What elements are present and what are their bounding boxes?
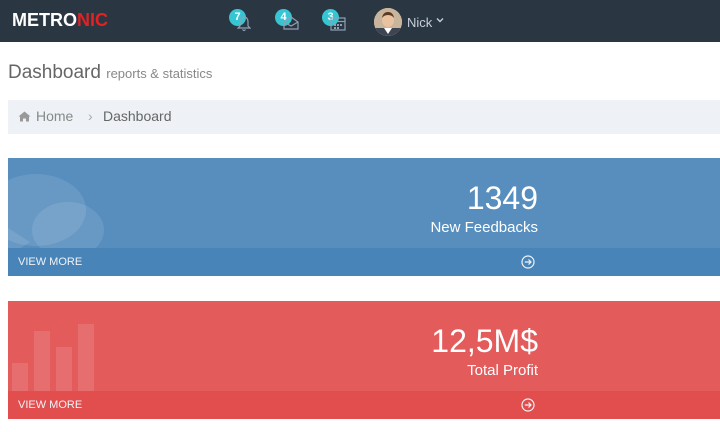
stat-number: 12,5M$ — [431, 323, 538, 359]
calendar-icon — [330, 17, 346, 31]
top-header: METRONIC 7 4 3 Nick — [0, 0, 720, 42]
tasks-button[interactable]: 3 — [322, 6, 352, 36]
breadcrumb-current: Dashboard — [103, 108, 172, 124]
dashboard-stat-feedbacks: 1349 New Feedbacks VIEW MORE — [8, 158, 720, 276]
logo[interactable]: METRONIC — [12, 10, 108, 31]
page-subtitle: reports & statistics — [106, 66, 213, 81]
avatar — [374, 8, 402, 36]
breadcrumb: Home › Dashboard — [8, 100, 720, 134]
envelope-icon — [283, 16, 299, 30]
stat-number: 1349 — [466, 180, 538, 216]
view-more-label: VIEW MORE — [18, 256, 83, 268]
home-icon — [18, 111, 31, 122]
comments-icon — [8, 174, 104, 258]
bell-icon — [237, 16, 251, 32]
notification-button[interactable]: 7 — [229, 6, 259, 36]
breadcrumb-separator: › — [88, 108, 93, 124]
username: Nick — [407, 15, 433, 30]
page-title: Dashboard reports & statistics — [8, 62, 212, 84]
view-more-link[interactable]: VIEW MORE — [8, 248, 720, 276]
arrow-circle-right-icon — [521, 255, 535, 269]
stat-description: New Feedbacks — [430, 219, 538, 236]
dashboard-stat-profit: 12,5M$ Total Profit VIEW MORE — [8, 301, 720, 419]
view-more-link[interactable]: VIEW MORE — [8, 391, 720, 419]
breadcrumb-home-link[interactable]: Home — [36, 108, 73, 124]
chevron-down-icon — [436, 18, 444, 23]
arrow-circle-right-icon — [521, 398, 535, 412]
view-more-label: VIEW MORE — [18, 399, 83, 411]
stat-description: Total Profit — [467, 362, 538, 379]
logo-accent: NIC — [77, 10, 108, 30]
bar-chart-icon — [12, 324, 94, 401]
inbox-button[interactable]: 4 — [275, 6, 305, 36]
page-title-text: Dashboard — [8, 62, 101, 83]
logo-main: METRO — [12, 10, 77, 30]
